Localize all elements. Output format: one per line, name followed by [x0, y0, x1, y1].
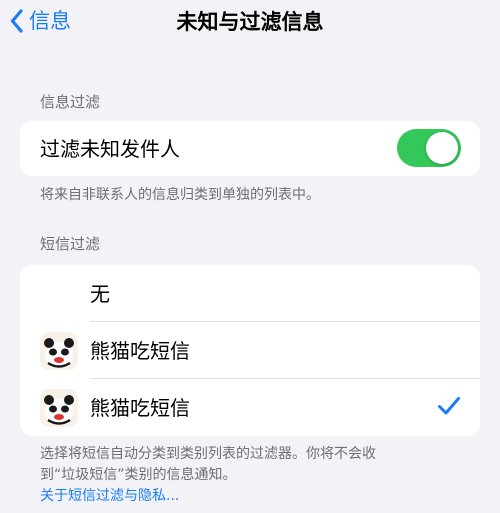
filter-unknown-senders-row: 过滤未知发件人 — [20, 121, 480, 176]
filter-unknown-senders-toggle[interactable] — [397, 129, 461, 167]
panda-app-icon — [40, 389, 78, 427]
sms-filter-option-panda-1[interactable]: 熊猫吃短信 — [20, 322, 480, 379]
option-label: 熊猫吃短信 — [90, 395, 190, 420]
panda-app-icon — [40, 332, 78, 370]
section-header-sms-filter: 短信过滤 — [40, 235, 101, 253]
sms-filter-footer-line2: 到“垃圾短信”类别的信息通知。 — [40, 467, 237, 483]
sms-filter-privacy-link[interactable]: 关于短信过滤与隐私... — [40, 486, 464, 507]
section-header-message-filter: 信息过滤 — [40, 93, 101, 111]
toggle-knob — [426, 132, 458, 164]
sms-filter-card: 无 熊猫吃短信 熊猫吃短信 — [20, 265, 480, 436]
filter-unknown-senders-label: 过滤未知发件人 — [40, 136, 180, 161]
message-filter-footer: 将来自非联系人的信息归类到单独的列表中。 — [40, 187, 320, 203]
sms-filter-footer-line1: 选择将短信自动分类到类别列表的过滤器。你将不会收 — [40, 446, 376, 462]
message-filter-card: 过滤未知发件人 — [20, 121, 480, 176]
sms-filter-option-none[interactable]: 无 — [20, 265, 480, 322]
checkmark-icon — [438, 397, 460, 415]
sms-filter-option-panda-2[interactable]: 熊猫吃短信 — [20, 379, 480, 436]
navigation-bar: 信息 未知与过滤信息 — [0, 0, 500, 44]
page-title: 未知与过滤信息 — [176, 10, 324, 34]
sms-filter-footer: 选择将短信自动分类到类别列表的过滤器。你将不会收 到“垃圾短信”类别的信息通知。… — [40, 444, 464, 507]
option-label: 无 — [90, 281, 110, 306]
option-label: 熊猫吃短信 — [90, 338, 190, 363]
